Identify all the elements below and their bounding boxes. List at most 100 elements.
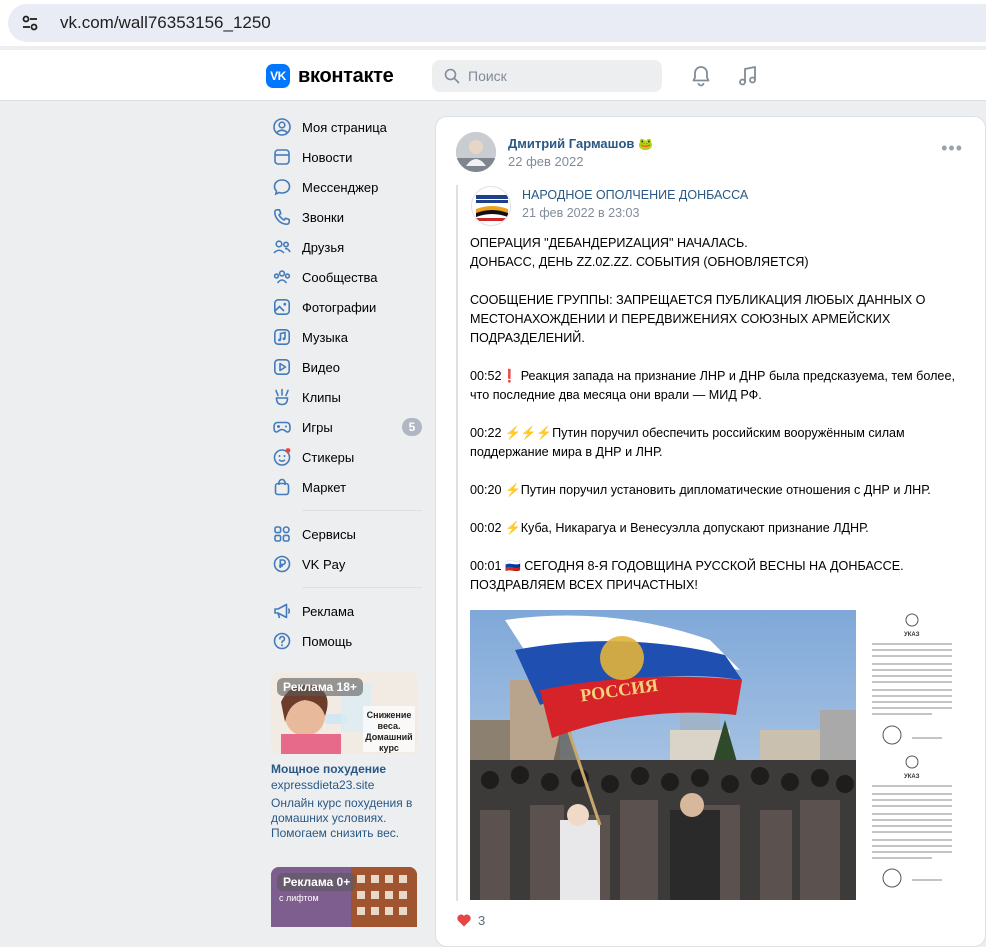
sidebar-ad-2[interactable]: Реклама 0+ с лифтом xyxy=(271,867,417,927)
post-event: 00:52❗ Реакция запада на признание ЛНР и… xyxy=(470,369,955,402)
lightning-icon: ⚡⚡⚡ xyxy=(505,426,553,440)
doc-heading-2: УКАЗ xyxy=(904,774,920,780)
ad-description[interactable]: Онлайн курс похудения в домашних условия… xyxy=(271,796,417,841)
lightning-icon: ⚡ xyxy=(505,483,521,497)
post-text-line: ОПЕРАЦИЯ "ДЕБАНДЕРИZАЦИЯ" НАЧАЛАСЬ. xyxy=(470,236,748,250)
sidebar-item[interactable]: Новости xyxy=(262,142,432,172)
video-icon xyxy=(272,357,292,377)
author-avatar[interactable] xyxy=(456,132,496,172)
author-name[interactable]: Дмитрий Гармашов 🐸 xyxy=(508,136,653,151)
sidebar-item[interactable]: Сообщества xyxy=(262,262,432,292)
post-event: 00:01 🇷🇺 СЕГОДНЯ 8-Я ГОДОВЩИНА РУССКОЙ В… xyxy=(470,559,904,592)
sidebar-item[interactable]: Сервисы xyxy=(262,519,432,549)
repost-group-avatar[interactable] xyxy=(471,186,511,226)
ad-image[interactable]: Реклама 18+ Снижение веса. Домашний курс xyxy=(271,672,417,754)
communities-icon xyxy=(272,267,292,287)
post-text-paragraph: СООБЩЕНИЕ ГРУППЫ: ЗАПРЕЩАЕТСЯ ПУБЛИКАЦИЯ… xyxy=(470,293,926,345)
sidebar-divider xyxy=(302,510,422,511)
post-event: 00:22 ⚡⚡⚡Путин поручил обеспечить россий… xyxy=(470,426,905,459)
sidebar-item-label: Фотографии xyxy=(302,299,377,315)
sidebar-item-label: Звонки xyxy=(302,209,344,225)
sidebar-item[interactable]: Маркет xyxy=(262,472,432,502)
post-text: ОПЕРАЦИЯ "ДЕБАНДЕРИZАЦИЯ" НАЧАЛАСЬ. ДОНБ… xyxy=(470,234,970,595)
exclamation-icon: ❗ xyxy=(501,369,518,383)
sidebar-item-label: VK Pay xyxy=(302,556,346,572)
heart-icon xyxy=(457,914,471,927)
author-name-text[interactable]: Дмитрий Гармашов xyxy=(508,136,634,151)
left-sidebar: Моя страница Новости Мессенджер Звонки Друзь… xyxy=(262,112,432,927)
music-note-icon[interactable] xyxy=(736,64,760,88)
ad-image-caption: Снижение веса. Домашний курс xyxy=(365,710,413,753)
search-input[interactable] xyxy=(468,68,648,84)
doc-heading: УКАЗ xyxy=(904,632,920,638)
megaphone-icon xyxy=(272,601,292,621)
sticker-icon xyxy=(272,447,292,467)
site-settings-icon[interactable] xyxy=(16,9,44,37)
gamepad-icon xyxy=(272,417,292,437)
sidebar-item-label: Клипы xyxy=(302,389,341,405)
ad-age-label: Реклама 18+ xyxy=(277,678,363,696)
bell-icon[interactable] xyxy=(689,64,713,88)
sidebar-item[interactable]: VK Pay xyxy=(262,549,432,579)
post-text-line: ДОНБАСС, ДЕНЬ ZZ.0Z.ZZ. СОБЫТИЯ (ОБНОВЛЯ… xyxy=(470,255,809,269)
sidebar-item-label: Маркет xyxy=(302,479,347,495)
phone-icon xyxy=(272,207,292,227)
sidebar-item-label: Музыка xyxy=(302,329,348,345)
sidebar-item-label: Стикеры xyxy=(302,449,355,465)
sidebar-item-label: Новости xyxy=(302,149,353,165)
author-badge-icon: 🐸 xyxy=(638,137,654,151)
sidebar-item[interactable]: Звонки xyxy=(262,202,432,232)
ad-title[interactable]: Мощное похудение xyxy=(271,762,417,776)
sidebar-item-label: Друзья xyxy=(302,239,345,255)
sidebar-item[interactable]: Мессенджер xyxy=(262,172,432,202)
music-icon xyxy=(272,327,292,347)
sidebar-item[interactable]: Игры 5 xyxy=(262,412,432,442)
sidebar-item-label: Реклама xyxy=(302,603,355,619)
url-text[interactable]: vk.com/wall76353156_1250 xyxy=(60,13,271,33)
address-bar[interactable]: vk.com/wall76353156_1250 xyxy=(8,4,986,42)
post-photo[interactable]: РОССИЯ xyxy=(470,610,856,900)
sidebar-item[interactable]: Фотографии xyxy=(262,292,432,322)
sidebar-item[interactable]: Клипы xyxy=(262,382,432,412)
wall-post: Дмитрий Гармашов 🐸 22 фев 2022 ••• НАРОДН… xyxy=(435,116,986,947)
sidebar-item[interactable]: Друзья xyxy=(262,232,432,262)
repost-divider xyxy=(456,185,458,901)
ad-image-caption-2: с лифтом xyxy=(279,893,319,903)
sidebar-item-label: Помощь xyxy=(302,633,353,649)
vk-logo-text: вконтакте xyxy=(298,64,394,87)
bag-icon xyxy=(272,477,292,497)
vkpay-icon xyxy=(272,554,292,574)
sidebar-item[interactable]: Музыка xyxy=(262,322,432,352)
sidebar-item-label: Сервисы xyxy=(302,526,356,542)
ad-domain[interactable]: expressdieta23.site xyxy=(271,778,417,792)
sidebar-item[interactable]: Помощь xyxy=(262,626,432,656)
user-circle-icon xyxy=(272,117,292,137)
search-box[interactable] xyxy=(432,60,662,92)
post-event: 00:02 ⚡Куба, Никарагуа и Венесуэлла допу… xyxy=(470,519,970,538)
services-icon xyxy=(272,524,292,544)
like-button[interactable]: 3 xyxy=(456,912,485,928)
sidebar-item-label: Мессенджер xyxy=(302,179,379,195)
more-options-icon[interactable]: ••• xyxy=(941,139,963,157)
sidebar-item-label: Видео xyxy=(302,359,340,375)
site-header: VK вконтакте xyxy=(0,50,986,101)
sidebar-item[interactable]: Стикеры xyxy=(262,442,432,472)
post-document-photo[interactable]: УКАЗ УКАЗ xyxy=(862,610,962,900)
clips-icon xyxy=(272,387,292,407)
vk-logo[interactable]: VK вконтакте xyxy=(266,64,394,88)
repost-date[interactable]: 21 фев 2022 в 23:03 xyxy=(522,206,639,220)
lightning-icon: ⚡ xyxy=(505,521,521,535)
repost-group-name[interactable]: НАРОДНОЕ ОПОЛЧЕНИЕ ДОНБАССА xyxy=(522,188,748,202)
sidebar-item[interactable]: Видео xyxy=(262,352,432,382)
sidebar-item-label: Моя страница xyxy=(302,119,387,135)
sidebar-item[interactable]: Реклама xyxy=(262,596,432,626)
post-event: 00:20 ⚡Путин поручил установить дипломат… xyxy=(470,481,970,500)
russia-flag-icon: 🇷🇺 xyxy=(505,559,521,573)
newspaper-icon xyxy=(272,147,292,167)
ad-image-2[interactable]: Реклама 0+ с лифтом xyxy=(271,867,417,927)
sidebar-item[interactable]: Моя страница xyxy=(262,112,432,142)
sidebar-ad[interactable]: Реклама 18+ Снижение веса. Домашний курс… xyxy=(271,672,417,841)
post-date[interactable]: 22 фев 2022 xyxy=(508,154,583,169)
browser-toolbar: vk.com/wall76353156_1250 xyxy=(0,0,986,46)
sidebar-item-label: Игры xyxy=(302,419,333,435)
